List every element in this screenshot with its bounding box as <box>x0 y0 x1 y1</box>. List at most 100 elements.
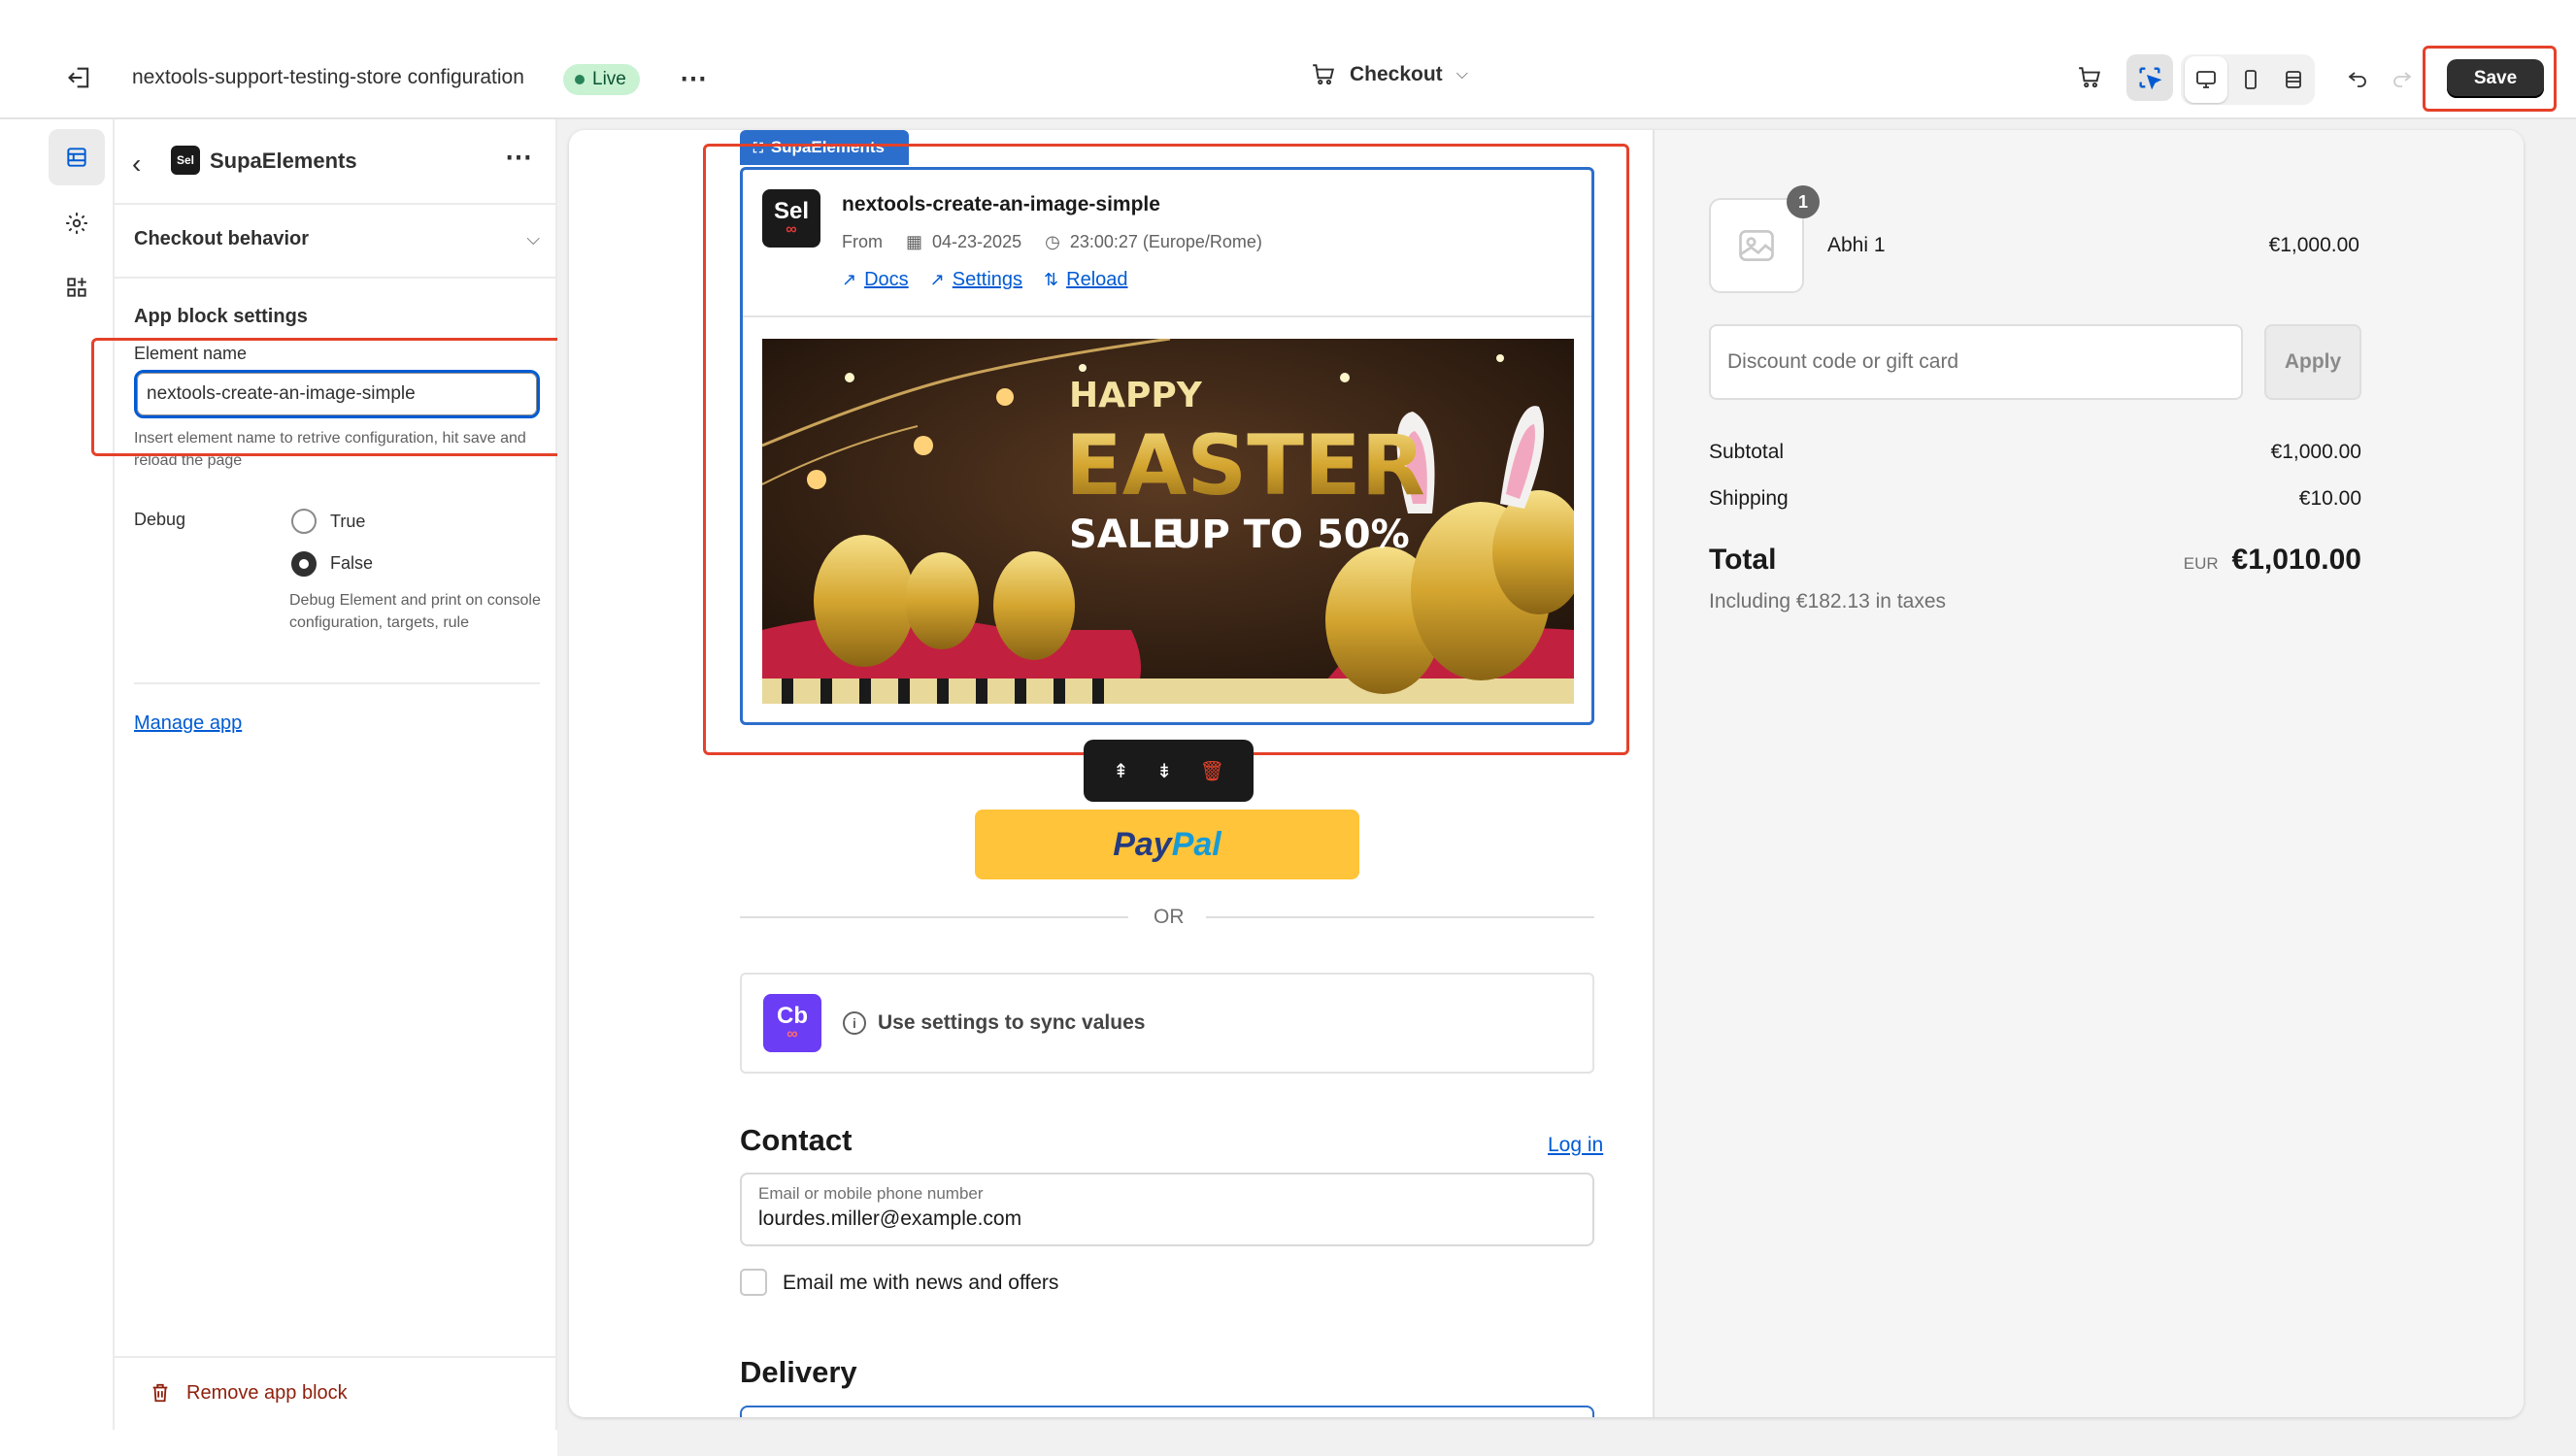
settings-link[interactable]: Settings <box>953 269 1022 291</box>
item-name: Abhi 1 <box>1827 234 1886 256</box>
divider <box>740 916 1128 918</box>
quantity-badge: 1 <box>1787 185 1820 218</box>
sync-arrows-icon: ⇅ <box>1044 270 1059 289</box>
login-link[interactable]: Log in <box>1548 1134 1603 1157</box>
debug-help: Debug Element and print on console confi… <box>289 592 541 631</box>
total-label: Total <box>1709 544 1777 576</box>
store-title: nextools-support-testing-store configura… <box>132 66 524 88</box>
banner-line4: UP TO 50% <box>1170 513 1410 557</box>
clock-icon: ◷ <box>1045 232 1060 251</box>
more-actions-icon[interactable]: ⋯ <box>670 54 717 101</box>
newsletter-label: Email me with news and offers <box>783 1272 1059 1294</box>
move-down-icon[interactable]: ⇟ <box>1156 759 1173 783</box>
settings-panel: ‹ Sel SupaElements ⋯ Checkout behavior ⌵… <box>91 119 567 1430</box>
divider <box>743 315 1591 317</box>
email-field[interactable]: Email or mobile phone number lourdes.mil… <box>740 1173 1594 1246</box>
save-button[interactable]: Save <box>2447 59 2544 98</box>
shipping-label: Shipping <box>1709 487 1789 510</box>
inspector-icon[interactable] <box>2126 54 2173 101</box>
banner-line3: SALE <box>1069 513 1179 557</box>
app-block[interactable]: Sel ∞ nextools-create-an-image-simple Fr… <box>740 167 1594 725</box>
discount-input[interactable]: Discount code or gift card <box>1709 324 2243 400</box>
debug-false-label: False <box>330 553 374 573</box>
manage-app-link[interactable]: Manage app <box>134 712 242 735</box>
sync-block[interactable]: Cb ∞ i Use settings to sync values <box>740 973 1594 1074</box>
cart-preview-icon[interactable] <box>2066 54 2113 101</box>
sync-text: Use settings to sync values <box>878 1011 1146 1034</box>
move-up-icon[interactable]: ⇞ <box>1113 759 1129 783</box>
live-dot-icon <box>575 75 585 84</box>
checkout-behavior-label: Checkout behavior <box>134 228 310 249</box>
divider <box>1206 916 1594 918</box>
block-toolbar: ⇞ ⇟ 🗑 <box>1084 740 1254 802</box>
paypal-button[interactable]: Pay Pal <box>975 810 1359 879</box>
status-badge: Live <box>563 64 640 95</box>
element-name-help: Insert element name to retrive configura… <box>134 430 526 469</box>
delete-icon[interactable]: 🗑 <box>1200 759 1224 783</box>
delivery-field[interactable] <box>740 1406 1594 1417</box>
calendar-icon: ▦ <box>906 232 923 251</box>
email-label: Email or mobile phone number <box>758 1184 984 1203</box>
settings-icon[interactable] <box>49 195 105 251</box>
total-value: €1,010.00 <box>2231 544 2361 576</box>
reload-link[interactable]: Reload <box>1066 269 1127 291</box>
divider <box>134 682 540 684</box>
exit-icon[interactable] <box>56 54 103 101</box>
taxes-note: Including €182.13 in taxes <box>1709 590 1947 612</box>
newsletter-checkbox[interactable] <box>740 1269 767 1296</box>
block-tag[interactable]: ⛶ SupaElements <box>740 130 909 165</box>
desktop-view-icon[interactable] <box>2185 56 2227 103</box>
page-selector[interactable]: Checkout ⌵ <box>1311 62 1468 87</box>
divider <box>115 203 557 205</box>
app-block-settings-heading: App block settings <box>134 306 308 327</box>
redo-icon[interactable] <box>2379 54 2425 101</box>
banner-line2: EASTER <box>1065 417 1425 514</box>
block-links: ↗ Docs ↗ Settings ⇅ Reload <box>842 269 1128 291</box>
fullscreen-view-icon[interactable] <box>2272 56 2315 103</box>
sync-message: i Use settings to sync values <box>843 1011 1145 1035</box>
element-meta: From ▦ 04-23-2025 ◷ 23:00:27 (Europe/Rom… <box>842 232 1262 252</box>
app-icon-text: Sel <box>176 153 194 167</box>
email-value: lourdes.miller@example.com <box>758 1208 1022 1230</box>
app-icon: Sel <box>171 146 200 175</box>
time-value: 23:00:27 (Europe/Rome) <box>1069 232 1262 251</box>
undo-icon[interactable] <box>2334 54 2381 101</box>
debug-true-label: True <box>330 512 366 531</box>
cart-icon <box>1313 64 1334 85</box>
top-bar: nextools-support-testing-store configura… <box>0 0 2576 119</box>
infinity-icon: ∞ <box>786 1026 798 1042</box>
remove-app-block-button[interactable]: Remove app block <box>150 1381 348 1405</box>
apps-icon[interactable] <box>49 259 105 315</box>
checkout-behavior-section[interactable]: Checkout behavior ⌵ <box>134 228 540 250</box>
debug-label: Debug <box>134 510 186 529</box>
checkout-preview: ⛶ SupaElements Sel ∞ nextools-create-an-… <box>569 130 2524 1417</box>
banner-graphic: HAPPY EASTER SALE UP TO 50% <box>762 339 1574 704</box>
panel-more-icon[interactable]: ⋯ <box>505 141 532 173</box>
subtotal-row: Subtotal €1,000.00 <box>1709 441 2361 464</box>
sections-icon[interactable] <box>49 129 105 185</box>
info-icon: i <box>843 1011 866 1035</box>
external-link-icon: ↗ <box>842 270 857 289</box>
debug-true-radio[interactable] <box>291 509 317 534</box>
docs-link[interactable]: Docs <box>864 269 909 291</box>
total-row: Total EUR €1,010.00 <box>1709 544 2361 577</box>
order-summary: 1 Abhi 1 €1,000.00 Discount code or gift… <box>1653 130 2524 1417</box>
item-price: €1,000.00 <box>2268 234 2359 256</box>
divider <box>115 277 557 279</box>
total-amount: EUR €1,010.00 <box>2184 544 2361 577</box>
element-name-label: Element name <box>134 344 248 363</box>
element-name-field[interactable]: nextools-create-an-image-simple <box>134 370 540 418</box>
app-logo: Sel ∞ <box>762 189 820 248</box>
app-logo-text: Sel <box>773 198 810 224</box>
subtotal-label: Subtotal <box>1709 441 1785 463</box>
shipping-row: Shipping €10.00 <box>1709 487 2361 511</box>
back-icon[interactable]: ‹ <box>132 149 141 180</box>
debug-false-radio[interactable] <box>291 551 317 577</box>
sync-logo-text: Cb <box>777 1003 808 1029</box>
paypal-text-1: Pay <box>1113 825 1172 863</box>
subtotal-value: €1,000.00 <box>2270 441 2361 463</box>
apply-button[interactable]: Apply <box>2264 324 2361 400</box>
remove-app-block-label: Remove app block <box>186 1381 348 1404</box>
mobile-view-icon[interactable] <box>2229 56 2272 103</box>
paypal-text-2: Pal <box>1171 825 1221 863</box>
